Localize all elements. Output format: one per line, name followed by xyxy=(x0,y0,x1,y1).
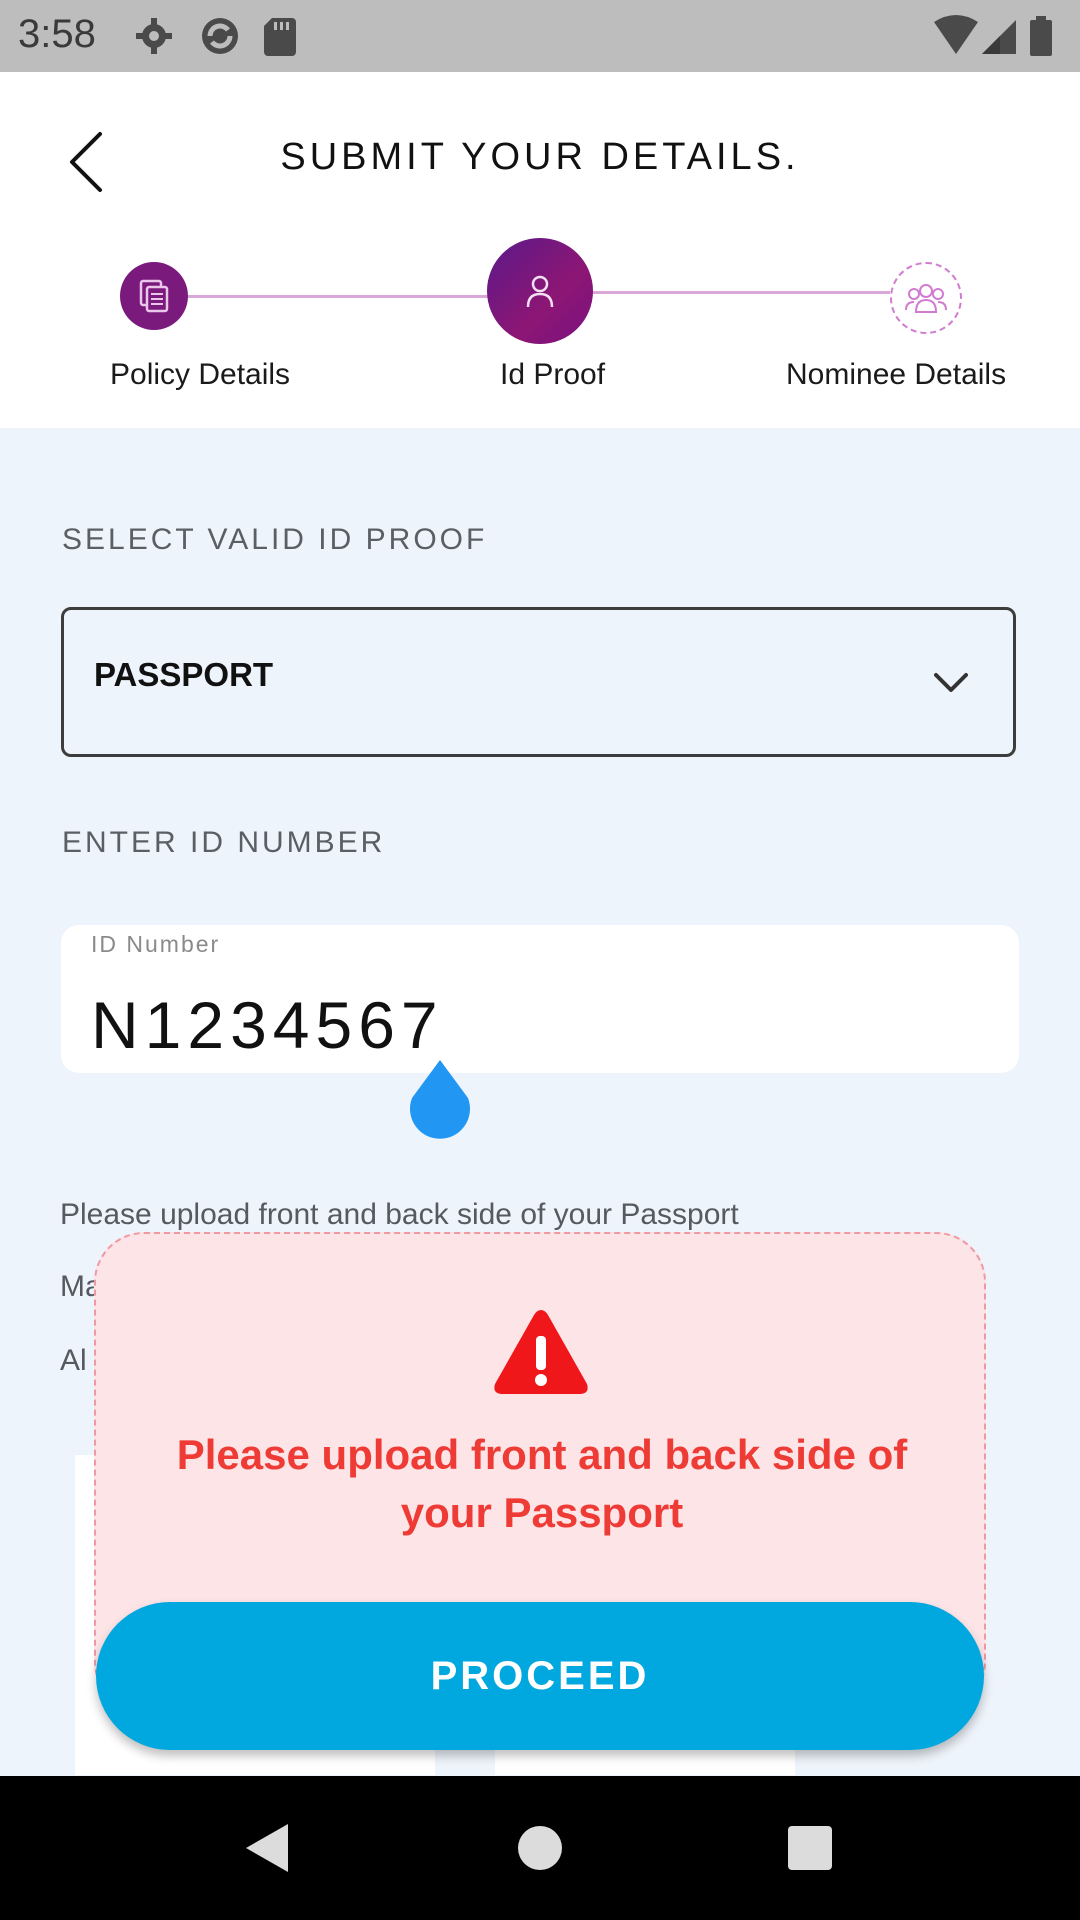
sd-card-icon xyxy=(264,18,296,56)
nav-home-icon[interactable] xyxy=(518,1826,562,1870)
id-number-value: N1234567 xyxy=(91,988,444,1062)
info-text-line3: Al xyxy=(60,1344,87,1377)
header: SUBMIT YOUR DETAILS. Policy Details Id P… xyxy=(0,72,1080,428)
step-policy-details[interactable] xyxy=(120,262,188,330)
stepper-connector xyxy=(592,291,890,294)
battery-icon xyxy=(1030,16,1052,56)
status-time: 3:58 xyxy=(18,12,96,56)
nav-recents-icon[interactable] xyxy=(788,1826,832,1870)
chevron-down-icon xyxy=(934,673,968,692)
wifi-icon xyxy=(934,15,978,54)
stepper-connector xyxy=(188,295,490,298)
page-title: SUBMIT YOUR DETAILS. xyxy=(280,136,800,178)
id-number-field-label: ID Number xyxy=(91,931,221,957)
proceed-button[interactable]: PROCEED xyxy=(96,1602,984,1750)
group-icon xyxy=(905,284,947,313)
gear-icon xyxy=(136,18,172,54)
sync-icon xyxy=(202,18,238,54)
status-icons-right xyxy=(932,14,1062,63)
id-number-input[interactable]: ID Number N1234567 xyxy=(61,925,1019,1073)
warning-triangle-icon xyxy=(494,1310,588,1394)
id-number-section-label: ENTER ID NUMBER xyxy=(62,826,386,859)
status-icons-left xyxy=(134,14,304,63)
step-nominee-details[interactable] xyxy=(890,262,962,334)
status-bar: 3:58 xyxy=(0,0,1080,72)
id-proof-section-label: SELECT VALID ID PROOF xyxy=(62,523,488,556)
upload-instruction-text: Please upload front and back side of you… xyxy=(60,1198,739,1231)
alert-message: Please upload front and back side of you… xyxy=(176,1431,908,1536)
id-proof-selected-value: PASSPORT xyxy=(94,656,274,693)
document-icon xyxy=(139,279,169,313)
text-cursor-handle[interactable] xyxy=(406,1058,474,1140)
nav-back-icon[interactable] xyxy=(244,1822,290,1874)
step-label-nominee: Nominee Details xyxy=(786,358,1007,391)
person-icon xyxy=(526,275,554,308)
navigation-bar xyxy=(0,1776,1080,1920)
id-proof-select[interactable]: PASSPORT xyxy=(61,607,1016,757)
step-label-policy: Policy Details xyxy=(110,358,291,391)
step-id-proof[interactable] xyxy=(487,238,593,344)
step-label-id-proof: Id Proof xyxy=(500,358,606,391)
